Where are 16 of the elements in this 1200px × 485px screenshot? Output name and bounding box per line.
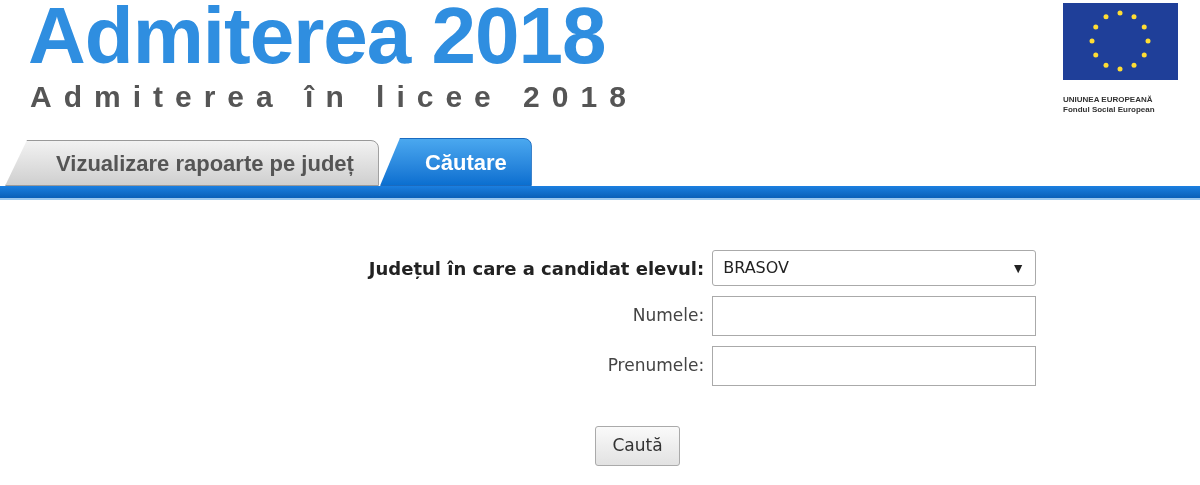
field-label: Numele: (631, 304, 705, 328)
input-field[interactable] (712, 346, 1037, 386)
logo-caption: UNIUNEA EUROPEANĂ (1063, 95, 1154, 105)
county-dropdown[interactable]: BRASOV ▼ (712, 250, 1037, 286)
caret-icon: ▼ (1011, 257, 1026, 279)
site-title: Admiterea 2018 (28, 0, 607, 72)
field-label: Prenumele: (606, 354, 705, 378)
flag-icon (1063, 3, 1178, 80)
dropdown-value: BRASOV (723, 257, 789, 279)
search-button[interactable]: Caută (595, 426, 680, 466)
input-field[interactable] (712, 296, 1037, 336)
logo-caption: Fondul Social European (1063, 105, 1156, 115)
field-label: Județul în care a candidat elevul: (368, 256, 705, 281)
site-subtitle: Admiterea în licee 2018 (29, 79, 638, 115)
tab[interactable]: Vizualizare rapoarte pe județ (5, 140, 379, 186)
tab[interactable]: Căutare (379, 138, 532, 186)
